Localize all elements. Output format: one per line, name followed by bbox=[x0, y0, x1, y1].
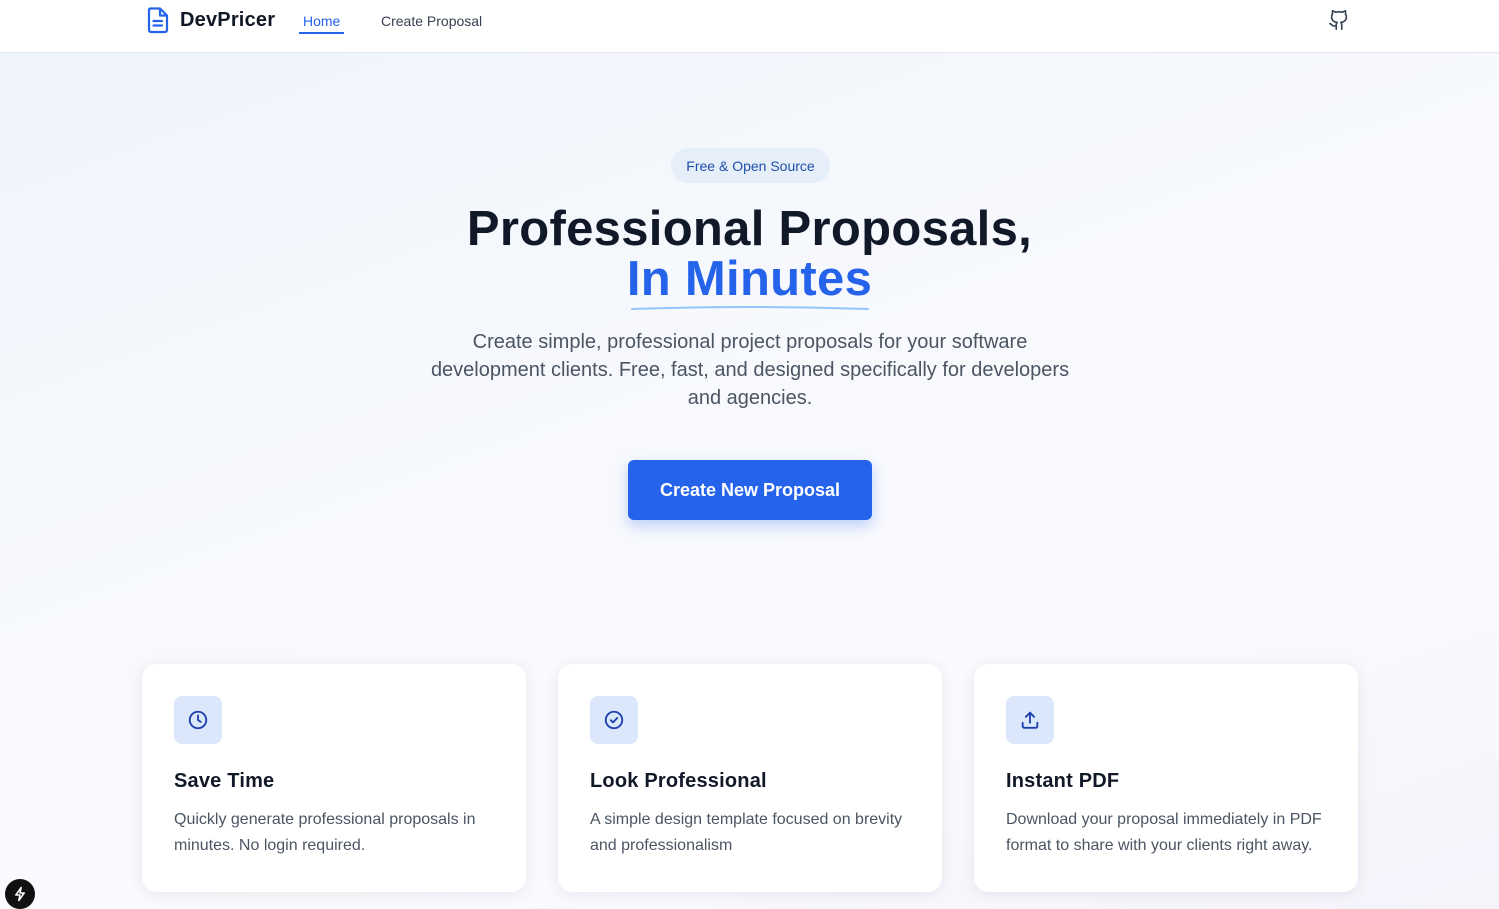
feature-icon-container bbox=[174, 696, 222, 744]
hero-title-line2: In Minutes bbox=[626, 252, 873, 306]
feature-description: Download your proposal immediately in PD… bbox=[1006, 811, 1322, 854]
feature-title: Instant PDF bbox=[1006, 770, 1120, 792]
create-new-proposal-button[interactable]: Create New Proposal bbox=[628, 460, 872, 520]
open-source-badge: Free & Open Source bbox=[671, 148, 830, 183]
lightning-icon bbox=[15, 886, 25, 902]
dev-tools-indicator[interactable] bbox=[5, 879, 35, 909]
check-circle-icon bbox=[604, 710, 624, 730]
nav-link-create-proposal[interactable]: Create Proposal bbox=[381, 13, 482, 32]
page: DevPricer Home Create Proposal Free & Op… bbox=[0, 0, 1499, 909]
top-navbar: DevPricer Home Create Proposal bbox=[0, 0, 1499, 53]
feature-title: Look Professional bbox=[590, 770, 767, 792]
upload-icon bbox=[1021, 711, 1039, 729]
title-underline-decoration bbox=[631, 306, 869, 310]
document-icon bbox=[147, 7, 169, 34]
github-icon bbox=[1329, 10, 1348, 30]
feature-card-instant-pdf: Instant PDF Download your proposal immed… bbox=[974, 664, 1358, 892]
feature-card-save-time: Save Time Quickly generate professional … bbox=[142, 664, 526, 892]
feature-description: A simple design template focused on brev… bbox=[590, 811, 903, 854]
feature-card-look-professional: Look Professional A simple design templa… bbox=[558, 664, 942, 892]
hero-description: Create simple, professional project prop… bbox=[430, 331, 1070, 409]
brand-name: DevPricer bbox=[180, 8, 276, 31]
feature-description: Quickly generate professional proposals … bbox=[174, 811, 476, 854]
feature-title: Save Time bbox=[174, 770, 275, 792]
feature-icon-container bbox=[1006, 696, 1054, 744]
brand-logo-link[interactable]: DevPricer bbox=[146, 6, 275, 34]
clock-icon bbox=[188, 710, 208, 730]
hero-title-line1: Professional Proposals, bbox=[466, 202, 1033, 256]
github-link[interactable] bbox=[1328, 9, 1350, 31]
nav-link-home[interactable]: Home bbox=[299, 13, 345, 34]
feature-icon-container bbox=[590, 696, 638, 744]
